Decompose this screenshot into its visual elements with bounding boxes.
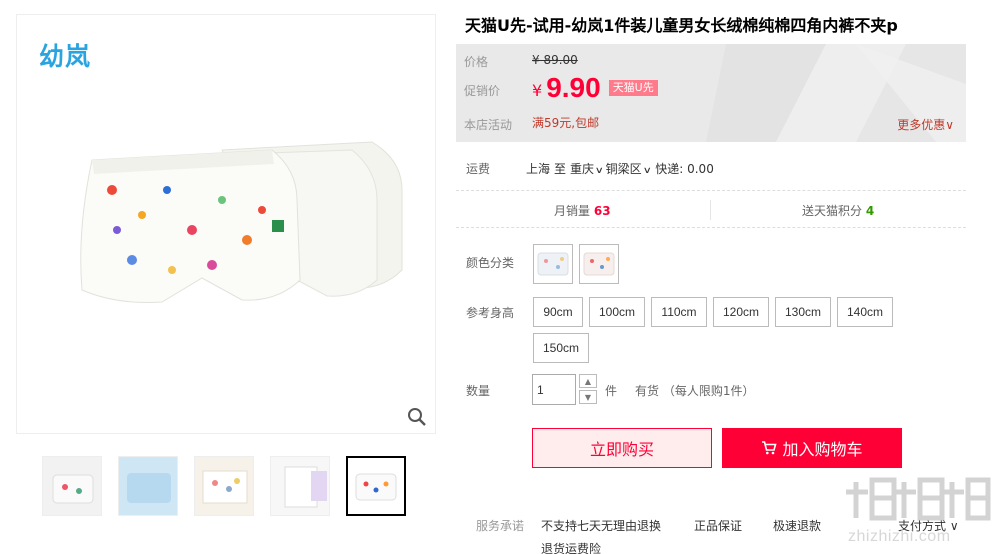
chevron-down-icon: ∨: [642, 166, 652, 176]
color-swatch-2[interactable]: [579, 244, 619, 284]
tmall-points: 送天猫积分 4: [802, 204, 875, 218]
ship-from: 上海: [526, 162, 551, 176]
size-option-100cm[interactable]: 100cm: [589, 297, 645, 327]
service-item: 退货运费险: [541, 542, 602, 554]
thumbnail-strip: [42, 456, 406, 516]
promo-badge: 天猫U先: [608, 80, 658, 96]
shipping-row: 运费 上海 至 重庆∨ 铜梁区∨ 快递: 0.00: [466, 160, 714, 177]
main-image[interactable]: 幼岚: [16, 14, 436, 434]
thumbnail-2[interactable]: [118, 456, 178, 516]
original-price: ¥ 89.00: [532, 53, 578, 67]
shop-activity-label: 本店活动: [464, 118, 513, 132]
add-to-cart-label: 加入购物车: [782, 440, 863, 459]
divider: [456, 227, 966, 228]
chevron-up-icon: ▲: [584, 376, 592, 386]
stats-bar: 月销量 63 送天猫积分 4: [456, 200, 966, 220]
brand-logo: 幼岚: [39, 42, 92, 71]
thumbnail-5[interactable]: [346, 456, 406, 516]
quantity-decrease-button[interactable]: ▼: [579, 390, 597, 404]
service-item: 不支持七天无理由退换: [541, 519, 662, 533]
color-label: 颜色分类: [466, 256, 515, 270]
original-price-label: 价格: [464, 55, 489, 69]
thumbnail-1[interactable]: [42, 456, 102, 516]
size-option-120cm[interactable]: 120cm: [713, 297, 769, 327]
divider: [456, 190, 966, 191]
size-option-90cm[interactable]: 90cm: [533, 297, 583, 327]
size-option-110cm[interactable]: 110cm: [651, 297, 707, 327]
promo-price: 9.90: [546, 72, 601, 103]
buy-now-button[interactable]: 立即购买: [532, 428, 712, 468]
service-item: 正品保证: [694, 519, 743, 533]
stats-divider: [710, 200, 711, 220]
promo-price-group: ¥ 9.90 天猫U先: [532, 72, 658, 104]
destination-district-select[interactable]: 铜梁区∨: [606, 160, 654, 177]
promo-price-label: 促销价: [464, 84, 501, 98]
product-photo: [80, 141, 403, 303]
price-panel: 价格 ¥ 89.00 促销价 ¥ 9.90 天猫U先 本店活动 满59元,包邮 …: [456, 44, 966, 142]
add-to-cart-button[interactable]: 加入购物车: [722, 428, 902, 468]
more-offers-label: 更多优惠: [897, 118, 946, 132]
size-option-140cm[interactable]: 140cm: [837, 297, 893, 327]
shop-activity: 满59元,包邮: [532, 116, 600, 130]
height-label: 参考身高: [466, 306, 515, 320]
size-option-130cm[interactable]: 130cm: [775, 297, 831, 327]
chevron-down-icon: ▼: [584, 392, 592, 402]
monthly-sales-value: 63: [593, 204, 611, 218]
monthly-sales: 月销量 63: [554, 204, 611, 218]
quantity-increase-button[interactable]: ▲: [579, 374, 597, 388]
thumbnail-3[interactable]: [194, 456, 254, 516]
thumbnail-4[interactable]: [270, 456, 330, 516]
cart-icon: [762, 441, 778, 455]
stock-status: 有货 （每人限购1件）: [635, 384, 755, 398]
service-label: 服务承诺: [476, 519, 525, 533]
destination-city-select[interactable]: 重庆∨: [570, 160, 606, 177]
ship-to-word: 至: [554, 162, 567, 176]
zoom-icon[interactable]: [405, 405, 429, 429]
shipping-label: 运费: [466, 162, 491, 176]
currency-symbol: ¥: [532, 80, 543, 100]
tmall-points-value: 4: [865, 204, 875, 218]
size-option-150cm[interactable]: 150cm: [533, 333, 589, 363]
color-swatch-1[interactable]: [533, 244, 573, 284]
product-title: 天猫U先-试用-幼岚1件装儿童男女长绒棉纯棉四角内裤不夹p: [465, 16, 898, 35]
chevron-down-icon: ∨: [945, 118, 954, 132]
quantity-input[interactable]: [532, 374, 576, 405]
quantity-unit: 件: [605, 384, 618, 398]
more-offers-link[interactable]: 更多优惠∨: [897, 116, 954, 133]
service-item: 极速退款: [773, 519, 822, 533]
express-fee: 快递: 0.00: [655, 162, 714, 176]
watermark-url: zhizhizhi.com: [848, 528, 951, 545]
quantity-label: 数量: [466, 384, 491, 398]
chevron-down-icon: ∨: [594, 166, 604, 176]
